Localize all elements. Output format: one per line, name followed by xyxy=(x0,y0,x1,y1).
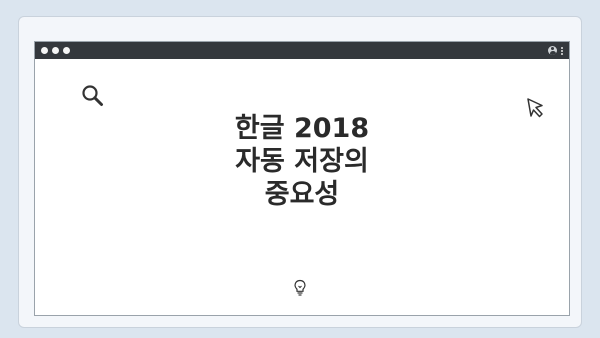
minimize-window-button[interactable] xyxy=(52,47,59,54)
search-icon[interactable] xyxy=(80,83,106,109)
titlebar-actions xyxy=(548,46,563,55)
user-icon[interactable] xyxy=(548,46,557,55)
headline-line-2: 자동 저장의 xyxy=(235,146,369,177)
maximize-window-button[interactable] xyxy=(63,47,70,54)
page-headline: 한글 2018 자동 저장의 중요성 xyxy=(35,112,569,211)
lightbulb-icon xyxy=(294,279,306,296)
window-titlebar xyxy=(35,42,569,59)
close-window-button[interactable] xyxy=(41,47,48,54)
browser-window: 한글 2018 자동 저장의 중요성 xyxy=(34,41,570,316)
window-controls xyxy=(41,47,70,54)
kebab-menu-icon[interactable] xyxy=(561,46,563,55)
headline-line-1: 한글 2018 xyxy=(234,113,370,144)
headline-line-3: 중요성 xyxy=(264,179,340,210)
